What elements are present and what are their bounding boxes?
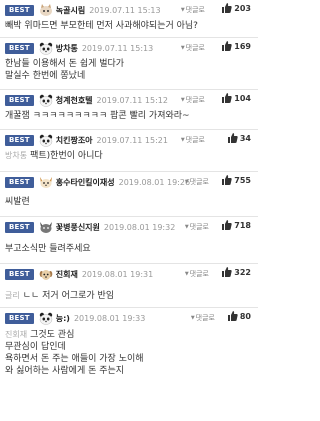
best-badge: BEST bbox=[5, 176, 34, 188]
author-nickname[interactable]: 꽃병풍신지원 bbox=[56, 222, 100, 233]
comment-item: BEST 홍수타인킬이재성 2019.08.01 19:26 ▼댓글로 755 … bbox=[0, 172, 258, 217]
like-button[interactable]: 203 bbox=[222, 3, 251, 13]
reply-target-nickname: 진회재 bbox=[5, 330, 28, 339]
like-count: 169 bbox=[234, 41, 251, 51]
triangle-down-icon: ▼ bbox=[180, 7, 185, 13]
comment-item: BEST 치킨짱조아 2019.07.11 15:21 ▼댓글로 34 방차통 팩… bbox=[0, 130, 258, 172]
cat-avatar-icon[interactable] bbox=[39, 3, 53, 17]
like-count: 34 bbox=[239, 133, 251, 143]
like-button[interactable]: 34 bbox=[227, 133, 251, 143]
author-nickname[interactable]: 청계천호텔 bbox=[56, 95, 93, 106]
cat-avatar-icon[interactable] bbox=[39, 221, 53, 234]
comment-item: BEST 능:) 2019.08.01 19:33 ▼댓글로 80 진회재 그것도… bbox=[0, 308, 258, 381]
best-badge: BEST bbox=[5, 268, 34, 280]
comment-list: BEST 녹골시림 2019.07.11 15:13 ▼댓글로 203 빼박 위… bbox=[0, 0, 258, 381]
panda-avatar-icon[interactable] bbox=[39, 134, 53, 147]
best-badge: BEST bbox=[5, 312, 34, 324]
like-count: 718 bbox=[234, 220, 251, 230]
like-button[interactable]: 755 bbox=[222, 175, 251, 185]
best-badge: BEST bbox=[5, 221, 34, 233]
reply-button[interactable]: ▼댓글로 bbox=[181, 135, 205, 145]
reply-button[interactable]: ▼댓글로 bbox=[181, 95, 205, 105]
comment-date: 2019.08.01 19:33 bbox=[73, 313, 146, 323]
author-nickname[interactable]: 방차통 bbox=[56, 43, 78, 54]
comment-date: 2019.07.11 15:13 bbox=[89, 5, 161, 15]
thumbs-up-icon bbox=[222, 175, 232, 185]
author-nickname[interactable]: 홍수타인킬이재성 bbox=[56, 177, 115, 188]
comment-date: 2019.08.01 19:32 bbox=[103, 222, 176, 232]
like-button[interactable]: 80 bbox=[227, 311, 251, 321]
best-badge: BEST bbox=[5, 42, 34, 54]
author-nickname[interactable]: 녹골시림 bbox=[56, 5, 85, 16]
comment-date: 2019.07.11 15:12 bbox=[96, 95, 168, 105]
fox-avatar-icon[interactable] bbox=[39, 176, 53, 189]
triangle-down-icon: ▼ bbox=[180, 137, 185, 143]
comment-item: BEST 녹골시림 2019.07.11 15:13 ▼댓글로 203 빼박 위… bbox=[0, 0, 258, 38]
author-nickname[interactable]: 치킨짱조아 bbox=[56, 135, 93, 146]
reply-target-nickname: 글리 bbox=[5, 291, 20, 300]
comment-date: 2019.08.01 19:26 bbox=[118, 177, 191, 187]
comment-item: BEST 진회재 2019.08.01 19:31 ▼댓글로 322 글리 ㄴㄴ … bbox=[0, 264, 258, 308]
comment-date: 2019.07.11 15:13 bbox=[81, 43, 154, 53]
comment-item: BEST 방차통 2019.07.11 15:13 ▼댓글로 169 한남들 이… bbox=[0, 38, 258, 90]
author-nickname[interactable]: 진회재 bbox=[56, 269, 78, 280]
reply-button[interactable]: ▼댓글로 bbox=[181, 43, 205, 53]
thumbs-up-icon bbox=[222, 93, 232, 103]
like-count: 203 bbox=[234, 3, 251, 13]
comment-item: BEST 청계천호텔 2019.07.11 15:12 ▼댓글로 104 개꿀잼… bbox=[0, 90, 258, 130]
triangle-down-icon: ▼ bbox=[180, 97, 185, 103]
best-badge: BEST bbox=[5, 134, 34, 146]
panda-avatar-icon[interactable] bbox=[39, 42, 53, 55]
like-button[interactable]: 104 bbox=[222, 93, 251, 103]
comment-date: 2019.07.11 15:21 bbox=[96, 135, 168, 145]
triangle-down-icon: ▼ bbox=[184, 179, 189, 185]
thumbs-up-icon bbox=[222, 3, 232, 13]
best-badge: BEST bbox=[5, 94, 34, 106]
comment-body: 한남들 이용해서 돈 쉽게 벌다가 말실수 한번에 쫑났네 bbox=[5, 59, 125, 81]
thumbs-up-icon bbox=[227, 133, 238, 143]
panda-avatar-icon[interactable] bbox=[39, 312, 53, 325]
comment-body: 진회재 그것도 관심 무관심이 답인데 욕하면서 돈 주는 애들이 가장 노이해 … bbox=[5, 330, 144, 376]
triangle-down-icon: ▼ bbox=[184, 224, 189, 230]
like-button[interactable]: 718 bbox=[222, 220, 251, 230]
like-button[interactable]: 169 bbox=[222, 41, 251, 51]
thumbs-up-icon bbox=[227, 311, 238, 321]
like-count: 322 bbox=[234, 267, 251, 277]
like-count: 80 bbox=[239, 311, 251, 321]
like-count: 755 bbox=[234, 175, 251, 185]
comment-body: 빼박 위마드면 부모한테 먼저 사과해야되는거 아님? bbox=[5, 21, 198, 31]
comment-body: 씨발련 bbox=[5, 197, 30, 207]
reply-button[interactable]: ▼댓글로 bbox=[185, 269, 209, 279]
like-button[interactable]: 322 bbox=[222, 267, 251, 277]
reply-button[interactable]: ▼댓글로 bbox=[185, 222, 209, 232]
comment-body: 방차통 팩트)한번이 아니다 bbox=[5, 151, 103, 161]
comment-body: 부고소식만 들려주세요 bbox=[5, 244, 91, 254]
reply-button[interactable]: ▼댓글로 bbox=[185, 177, 209, 187]
triangle-down-icon: ▼ bbox=[184, 271, 189, 277]
comment-body: 글리 ㄴㄴ 저거 어그로가 반임 bbox=[5, 291, 115, 301]
thumbs-up-icon bbox=[222, 41, 232, 51]
thumbs-up-icon bbox=[222, 267, 232, 277]
triangle-down-icon: ▼ bbox=[180, 45, 185, 51]
comment-date: 2019.08.01 19:31 bbox=[81, 269, 154, 279]
thumbs-up-icon bbox=[222, 220, 232, 230]
best-badge: BEST bbox=[5, 4, 34, 16]
comment-item: BEST 꽃병풍신지원 2019.08.01 19:32 ▼댓글로 718 부고… bbox=[0, 217, 258, 264]
dog-avatar-icon[interactable] bbox=[39, 268, 53, 281]
triangle-down-icon: ▼ bbox=[190, 315, 195, 321]
like-count: 104 bbox=[234, 93, 251, 103]
comment-body: 개꿀잼 ㅋㅋㅋㅋㅋㅋㅋㅋㅋ 팝콘 빨리 가져와라~ bbox=[5, 111, 190, 121]
author-nickname[interactable]: 능:) bbox=[56, 313, 70, 324]
panda-avatar-icon[interactable] bbox=[39, 94, 53, 107]
reply-target-nickname: 방차통 bbox=[5, 151, 28, 160]
reply-button[interactable]: ▼댓글로 bbox=[191, 313, 215, 323]
reply-button[interactable]: ▼댓글로 bbox=[181, 5, 205, 15]
